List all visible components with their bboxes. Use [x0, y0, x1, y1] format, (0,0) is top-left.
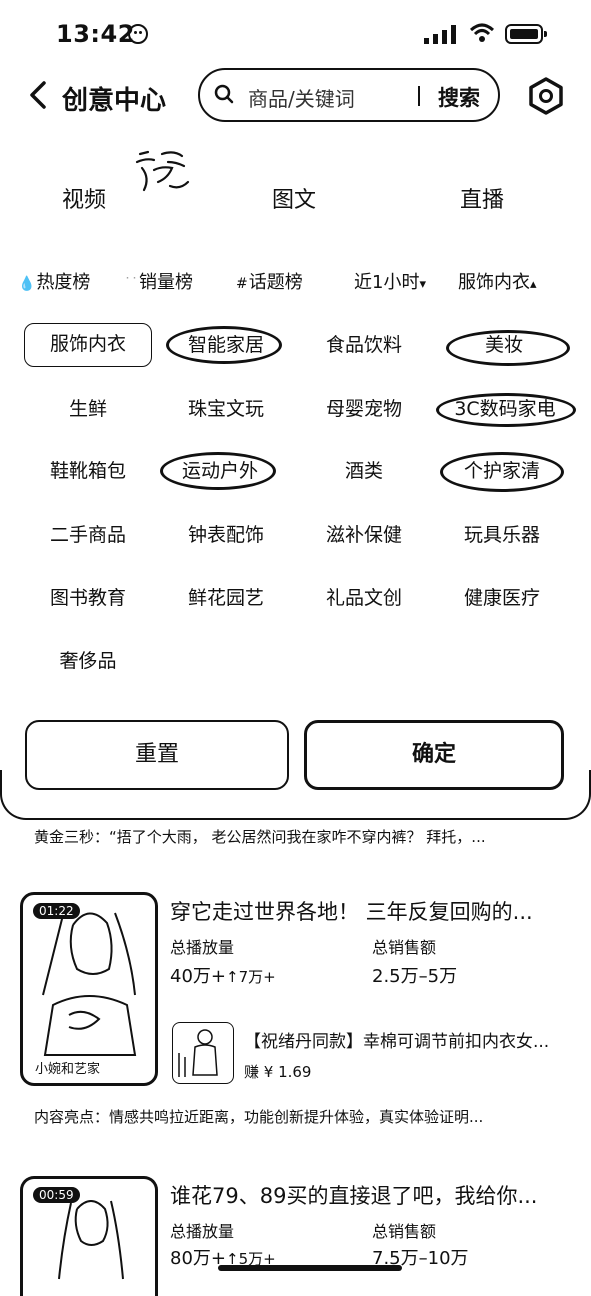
- video-thumbnail[interactable]: 01:22 小婉和艺家: [20, 892, 158, 1086]
- category-option[interactable]: 珠宝文玩: [160, 387, 292, 431]
- person-illustration: [42, 912, 137, 1056]
- sales-label: 总销售额: [372, 938, 437, 957]
- category-option[interactable]: 食品饮料: [298, 323, 430, 367]
- category-option[interactable]: 健康医疗: [436, 576, 568, 620]
- wifi-icon: [469, 23, 495, 42]
- content-highlight: 内容亮点：情感共鸣拉近距离，功能创新提升体验，真实体验证明...: [34, 1108, 484, 1126]
- play-count-label: 总播放量: [170, 1222, 235, 1241]
- category-option[interactable]: 生鲜: [22, 387, 154, 431]
- category-option[interactable]: 智能家居: [160, 323, 292, 367]
- topic-icon: #: [236, 276, 248, 292]
- filter-category-dropdown[interactable]: 服饰内衣▴: [458, 268, 537, 294]
- home-indicator: [218, 1265, 402, 1271]
- category-option[interactable]: 滋补保健: [298, 513, 430, 557]
- battery-icon: [505, 24, 547, 44]
- search-bar[interactable]: 商品/关键词 搜索: [198, 68, 500, 122]
- category-option[interactable]: 图书教育: [22, 576, 154, 620]
- reset-button[interactable]: 重置: [25, 720, 289, 790]
- category-option[interactable]: 运动户外: [154, 449, 286, 493]
- search-divider: [418, 86, 420, 106]
- smiley-icon: [128, 24, 148, 44]
- category-option[interactable]: 3C数码家电: [434, 387, 576, 431]
- feed-snippet: 黄金三秒：“捂了个大雨， 老公居然问我在家咋不穿内裤？ 拜托，...: [34, 828, 486, 846]
- page-title: 创意中心: [62, 86, 167, 116]
- sales-value: 2.5万–5万: [372, 966, 458, 987]
- category-option[interactable]: 美妆: [438, 323, 570, 367]
- status-time: 13:42: [56, 20, 135, 48]
- increase-delta: ↑7万+: [226, 968, 276, 986]
- tab-live[interactable]: 直播: [460, 182, 504, 214]
- product-thumbnail[interactable]: [172, 1022, 234, 1084]
- search-button[interactable]: 搜索: [438, 82, 480, 112]
- person-illustration: [58, 1200, 124, 1280]
- search-input[interactable]: 商品/关键词: [248, 83, 355, 112]
- flame-icon: 💧: [18, 276, 36, 292]
- product-title[interactable]: 【祝绪丹同款】幸棉可调节前扣内衣女...: [244, 1027, 560, 1052]
- category-option[interactable]: 玩具乐器: [436, 513, 568, 557]
- category-option[interactable]: 服饰内衣: [24, 323, 152, 367]
- chevron-up-icon: ▴: [530, 277, 537, 292]
- tab-graphic[interactable]: 图文: [272, 182, 316, 214]
- sales-icon: ˙˙: [124, 276, 138, 292]
- handwritten-scribble: [135, 150, 190, 192]
- chevron-down-icon: ▾: [419, 277, 426, 292]
- filter-hot[interactable]: 💧热度榜: [18, 268, 90, 294]
- play-count-value: 40万+↑7万+: [170, 966, 276, 987]
- video-title[interactable]: 谁花79、89买的直接退了吧，我给你...: [170, 1180, 560, 1210]
- filter-sales[interactable]: ˙˙销量榜: [124, 268, 193, 294]
- thumb-caption: 小婉和艺家: [31, 1058, 105, 1077]
- sales-label: 总销售额: [372, 1222, 437, 1241]
- category-option[interactable]: 鞋靴箱包: [22, 449, 154, 493]
- filter-topic[interactable]: #话题榜: [236, 268, 303, 294]
- filter-time-dropdown[interactable]: 近1小时▾: [354, 268, 426, 294]
- product-image: [178, 1029, 218, 1077]
- back-arrow-icon[interactable]: [24, 80, 54, 110]
- confirm-button[interactable]: 确定: [304, 720, 564, 790]
- video-title[interactable]: 穿它走过世界各地！ 三年反复回购的...: [170, 896, 560, 926]
- signal-icon: [424, 24, 458, 44]
- category-option[interactable]: 钟表配饰: [160, 513, 292, 557]
- settings-hex-icon[interactable]: [527, 76, 565, 116]
- tab-video[interactable]: 视频: [62, 182, 106, 214]
- category-option[interactable]: 二手商品: [22, 513, 154, 557]
- search-icon: [214, 84, 234, 104]
- category-option[interactable]: 鲜花园艺: [160, 576, 292, 620]
- category-option[interactable]: 母婴宠物: [298, 387, 430, 431]
- commission-value: 赚 ¥ 1.69: [244, 1063, 312, 1081]
- category-option[interactable]: 奢侈品: [22, 639, 154, 683]
- category-option[interactable]: 个护家清: [436, 449, 568, 493]
- category-option[interactable]: 酒类: [298, 449, 430, 493]
- video-thumbnail[interactable]: 00:59: [20, 1176, 158, 1296]
- category-option[interactable]: 礼品文创: [298, 576, 430, 620]
- play-count-label: 总播放量: [170, 938, 235, 957]
